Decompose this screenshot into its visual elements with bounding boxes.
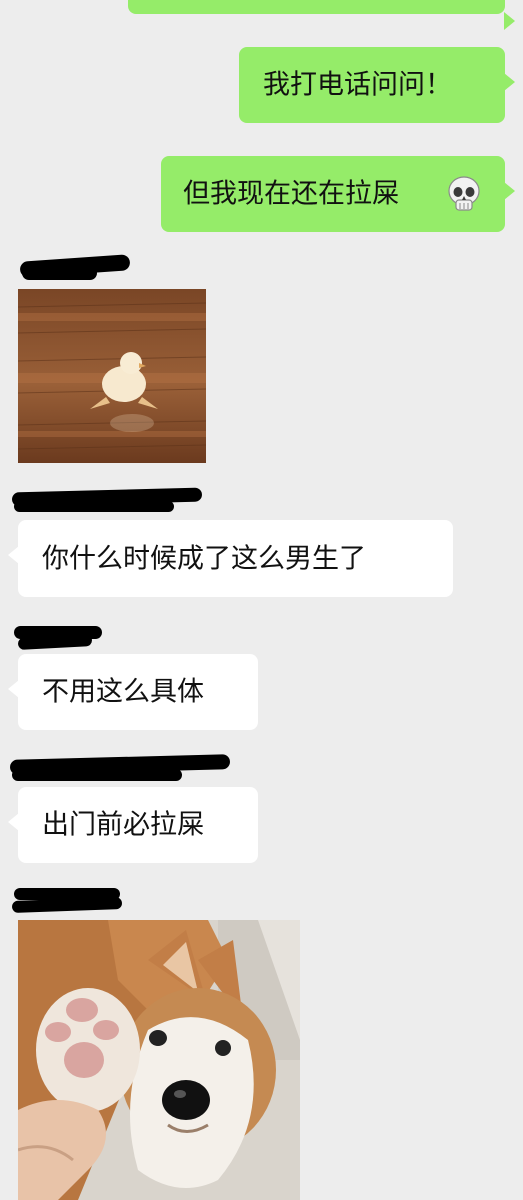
message-text: 不用这么具体 (42, 676, 204, 708)
duckling-image-message[interactable] (18, 289, 206, 463)
incoming-message-bubble[interactable]: 出门前必拉屎 (8, 787, 258, 863)
message-text: 出门前必拉屎 (42, 809, 204, 841)
outgoing-message-bubble[interactable]: 我打电话问问！ (239, 47, 515, 123)
redacted-sender-name (11, 897, 123, 913)
message-text: 我打电话问问！ (263, 69, 452, 101)
redacted-sender-name (17, 634, 93, 650)
outgoing-message-bubble-partial[interactable] (128, 0, 515, 30)
message-text: 但我现在还在拉屎 (183, 178, 399, 210)
skull-emoji-icon (447, 176, 481, 212)
incoming-message-bubble[interactable]: 你什么时候成了这么男生了 (8, 520, 453, 597)
message-text: 你什么时候成了这么男生了 (42, 543, 366, 574)
incoming-message-bubble[interactable]: 不用这么具体 (8, 654, 258, 730)
outgoing-message-bubble[interactable]: 但我现在还在拉屎 (161, 156, 515, 232)
redacted-sender-name (12, 769, 182, 781)
redacted-sender-name (22, 266, 97, 280)
corgi-image-message[interactable] (18, 920, 300, 1200)
redacted-sender-name (14, 501, 174, 512)
